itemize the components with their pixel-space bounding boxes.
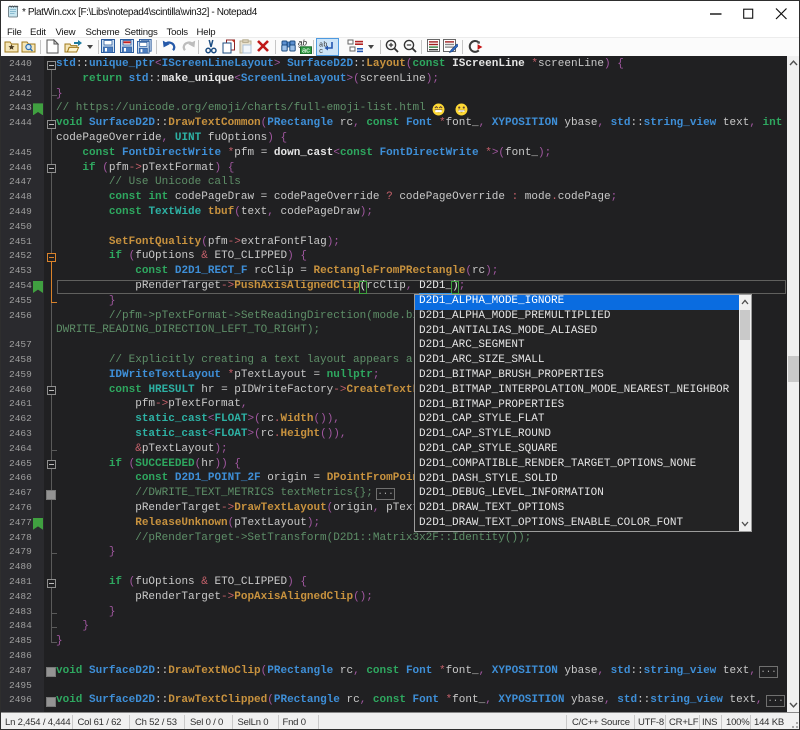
svg-text:c: c bbox=[319, 48, 323, 54]
svg-text:ac: ac bbox=[302, 46, 310, 54]
